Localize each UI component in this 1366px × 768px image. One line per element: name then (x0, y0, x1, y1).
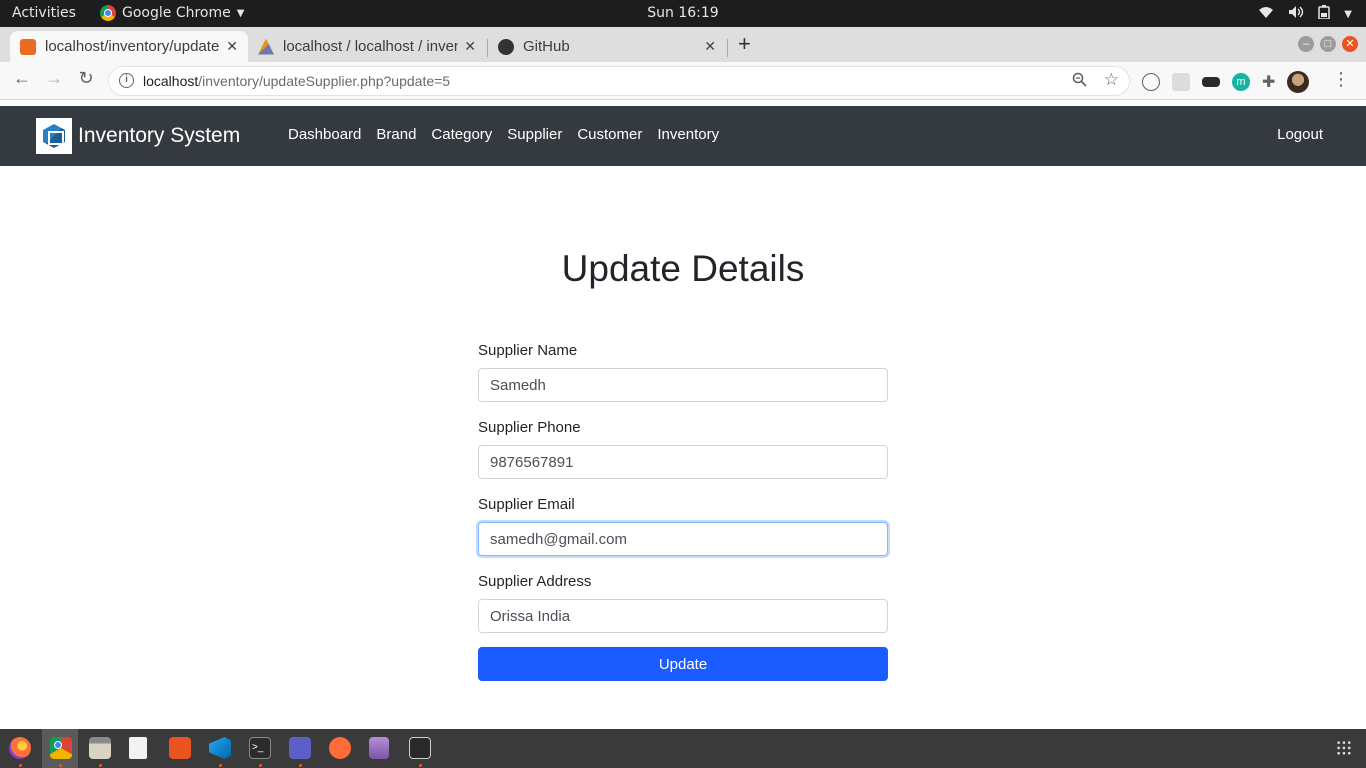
supplier-phone-input[interactable] (478, 445, 888, 479)
close-tab-icon[interactable]: ✕ (226, 38, 238, 55)
running-indicator (99, 764, 102, 767)
tab-title: localhost/inventory/update (45, 38, 220, 55)
supplier-address-input[interactable] (478, 599, 888, 633)
supplier-name-label: Supplier Name (478, 342, 578, 359)
supplier-address-group: Supplier Address (478, 571, 888, 648)
mask-extension-icon[interactable] (1202, 77, 1220, 87)
app-navbar: Inventory System Dashboard Brand Categor… (0, 106, 1366, 166)
app-menu[interactable]: Google Chrome ▼ (100, 5, 244, 21)
update-supplier-form: Supplier Name Supplier Phone Supplier Em… (478, 340, 888, 681)
update-button[interactable]: Update (478, 647, 888, 681)
teams-icon[interactable] (289, 737, 311, 759)
brand[interactable]: Inventory System (36, 118, 240, 154)
brand-title: Inventory System (78, 124, 241, 147)
xampp-icon (20, 38, 36, 55)
grid-extension-icon[interactable] (1172, 73, 1190, 91)
minimize-button[interactable]: – (1298, 36, 1314, 52)
app-menu-label: Google Chrome (122, 5, 231, 21)
page-title: Update Details (561, 248, 805, 289)
url-host: localhost (143, 73, 199, 89)
url-text[interactable]: localhost/inventory/updateSupplier.php?u… (143, 73, 450, 89)
bookmark-star-icon[interactable]: ☆ (1104, 70, 1119, 90)
supplier-email-label: Supplier Email (478, 496, 575, 513)
database-icon[interactable] (369, 737, 389, 759)
new-tab-button[interactable]: + (738, 31, 751, 57)
nav-link-dashboard[interactable]: Dashboard (288, 126, 361, 143)
software-center-icon[interactable] (169, 737, 191, 759)
running-indicator (419, 764, 422, 767)
terminal-icon[interactable]: >_ (249, 737, 271, 759)
system-top-bar: Activities Google Chrome ▼ Sun 16:19 ▼ (0, 0, 1366, 27)
avatar[interactable] (1287, 71, 1310, 93)
browser-toolbar: ← → ↻ i localhost/inventory/updateSuppli… (0, 62, 1366, 100)
browser-tab-phpmyadmin[interactable]: localhost / localhost / inventory ✕ (248, 31, 486, 62)
close-tab-icon[interactable]: ✕ (464, 38, 476, 55)
chevron-down-icon: ▼ (236, 7, 245, 19)
system-tray[interactable]: ▼ (1258, 5, 1352, 23)
browser-tab-github[interactable]: GitHub ✕ (488, 31, 726, 62)
vscode-icon[interactable] (209, 737, 231, 759)
screen-recorder-icon[interactable] (409, 737, 431, 759)
m-extension-icon[interactable]: m (1232, 73, 1250, 91)
nav-link-inventory[interactable]: Inventory (657, 126, 719, 143)
supplier-phone-group: Supplier Phone (478, 417, 888, 494)
supplier-address-label: Supplier Address (478, 573, 592, 590)
puzzle-icon[interactable]: ✚ (1262, 72, 1275, 92)
supplier-email-group: Supplier Email (478, 494, 888, 571)
supplier-name-group: Supplier Name (478, 340, 888, 417)
forward-button[interactable]: → (42, 68, 66, 89)
site-info-icon[interactable]: i (119, 73, 134, 88)
firefox-icon[interactable] (9, 737, 31, 759)
show-applications-icon[interactable] (1336, 740, 1352, 756)
running-indicator (259, 764, 262, 767)
nav-links: Dashboard Brand Category Supplier Custom… (288, 126, 719, 143)
chrome-icon[interactable] (50, 737, 72, 759)
tab-title: GitHub (523, 38, 570, 55)
running-indicator (19, 764, 22, 767)
reload-button[interactable]: ↻ (74, 68, 98, 89)
maximize-button[interactable]: □ (1320, 36, 1336, 52)
more-menu-icon[interactable]: ⋮ (1332, 69, 1350, 90)
battery-icon (1318, 5, 1331, 23)
chrome-icon (100, 5, 116, 21)
postman-icon[interactable] (329, 737, 351, 759)
running-indicator (219, 764, 222, 767)
libreoffice-writer-icon[interactable] (129, 737, 147, 759)
nav-link-category[interactable]: Category (431, 126, 492, 143)
running-indicator (299, 764, 302, 767)
inventory-logo-icon (36, 118, 72, 154)
supplier-phone-label: Supplier Phone (478, 419, 581, 436)
supplier-name-input[interactable] (478, 368, 888, 402)
code-extension-icon[interactable] (1142, 73, 1160, 91)
address-bar[interactable]: i localhost/inventory/updateSupplier.php… (108, 66, 1130, 96)
tab-title: localhost / localhost / inventory (283, 38, 458, 55)
wifi-icon (1258, 5, 1274, 23)
running-indicator (59, 764, 62, 767)
activities-button[interactable]: Activities (12, 5, 76, 21)
close-tab-icon[interactable]: ✕ (704, 38, 716, 55)
nav-link-supplier[interactable]: Supplier (507, 126, 562, 143)
browser-tab-strip: localhost/inventory/update ✕ localhost /… (0, 27, 1366, 62)
files-icon[interactable] (89, 737, 111, 759)
back-button[interactable]: ← (10, 68, 34, 89)
tab-separator (727, 39, 728, 57)
close-window-button[interactable]: ✕ (1342, 36, 1358, 52)
github-icon (498, 38, 514, 55)
extensions-area: m ✚ (1142, 71, 1310, 93)
url-path: /inventory/updateSupplier.php?update=5 (198, 73, 451, 89)
nav-link-customer[interactable]: Customer (577, 126, 642, 143)
phpmyadmin-icon (258, 38, 274, 55)
chevron-down-icon: ▼ (1344, 8, 1352, 20)
volume-icon (1288, 5, 1304, 23)
nav-link-brand[interactable]: Brand (376, 126, 416, 143)
ubuntu-dock: >_ (0, 729, 1366, 768)
window-controls: – □ ✕ (1298, 36, 1358, 52)
zoom-icon[interactable] (1072, 72, 1087, 91)
supplier-email-input[interactable] (478, 522, 888, 556)
browser-tab-inventory[interactable]: localhost/inventory/update ✕ (10, 31, 248, 62)
logout-link[interactable]: Logout (1277, 126, 1323, 143)
